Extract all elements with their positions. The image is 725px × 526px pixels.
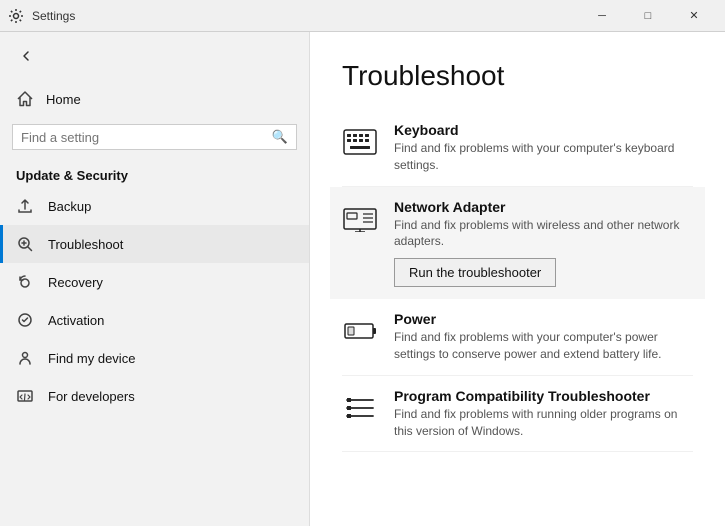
power-title: Power [394,311,693,327]
for-developers-label: For developers [48,389,135,404]
activation-icon [16,311,34,329]
find-my-device-label: Find my device [48,351,135,366]
sidebar-item-home[interactable]: Home [0,80,309,118]
search-icon: 🔍 [272,129,288,145]
window-title: Settings [32,9,579,23]
for-developers-icon [16,387,34,405]
recovery-label: Recovery [48,275,103,290]
sidebar-item-troubleshoot[interactable]: Troubleshoot [0,225,309,263]
keyboard-desc: Find and fix problems with your computer… [394,140,693,174]
sidebar-item-find-my-device[interactable]: Find my device [0,339,309,377]
search-box[interactable]: 🔍 [12,124,297,150]
troubleshoot-power: Power Find and fix problems with your co… [342,299,693,376]
recovery-icon [16,273,34,291]
troubleshoot-label: Troubleshoot [48,237,123,252]
maximize-button[interactable]: □ [625,0,671,32]
backup-label: Backup [48,199,91,214]
power-icon [342,313,378,349]
power-desc: Find and fix problems with your computer… [394,329,693,363]
keyboard-title: Keyboard [394,122,693,138]
page-title: Troubleshoot [342,60,693,92]
compat-desc: Find and fix problems with running older… [394,406,693,440]
network-text: Network Adapter Find and fix problems wi… [394,199,693,288]
compat-icon [342,390,378,426]
minimize-button[interactable]: ─ [579,0,625,32]
app-body: Home 🔍 Update & Security Backup [0,32,725,526]
troubleshoot-icon [16,235,34,253]
troubleshoot-keyboard: Keyboard Find and fix problems with your… [342,110,693,187]
backup-icon [16,197,34,215]
home-icon [16,90,34,108]
title-bar: Settings ─ □ ✕ [0,0,725,32]
close-button[interactable]: ✕ [671,0,717,32]
settings-icon [8,8,24,24]
sidebar-item-recovery[interactable]: Recovery [0,263,309,301]
network-desc: Find and fix problems with wireless and … [394,217,693,251]
main-content: Troubleshoot Keyboard Fi [310,32,725,526]
compat-text: Program Compatibility Troubleshooter Fin… [394,388,693,440]
keyboard-text: Keyboard Find and fix problems with your… [394,122,693,174]
sidebar-item-backup[interactable]: Backup [0,187,309,225]
network-title: Network Adapter [394,199,693,215]
power-text: Power Find and fix problems with your co… [394,311,693,363]
find-my-device-icon [16,349,34,367]
search-input[interactable] [21,130,266,145]
activation-label: Activation [48,313,104,328]
sidebar-item-for-developers[interactable]: For developers [0,377,309,415]
troubleshoot-network: Network Adapter Find and fix problems wi… [330,187,705,300]
back-button[interactable] [12,42,40,70]
window-controls: ─ □ ✕ [579,0,717,32]
troubleshoot-compat: Program Compatibility Troubleshooter Fin… [342,376,693,453]
sidebar-nav-top [0,32,309,80]
compat-title: Program Compatibility Troubleshooter [394,388,693,404]
keyboard-icon [342,124,378,160]
sidebar: Home 🔍 Update & Security Backup [0,32,310,526]
sidebar-item-activation[interactable]: Activation [0,301,309,339]
network-icon [342,201,378,237]
home-label: Home [46,92,81,107]
section-title: Update & Security [0,160,309,187]
run-troubleshooter-button[interactable]: Run the troubleshooter [394,258,556,287]
